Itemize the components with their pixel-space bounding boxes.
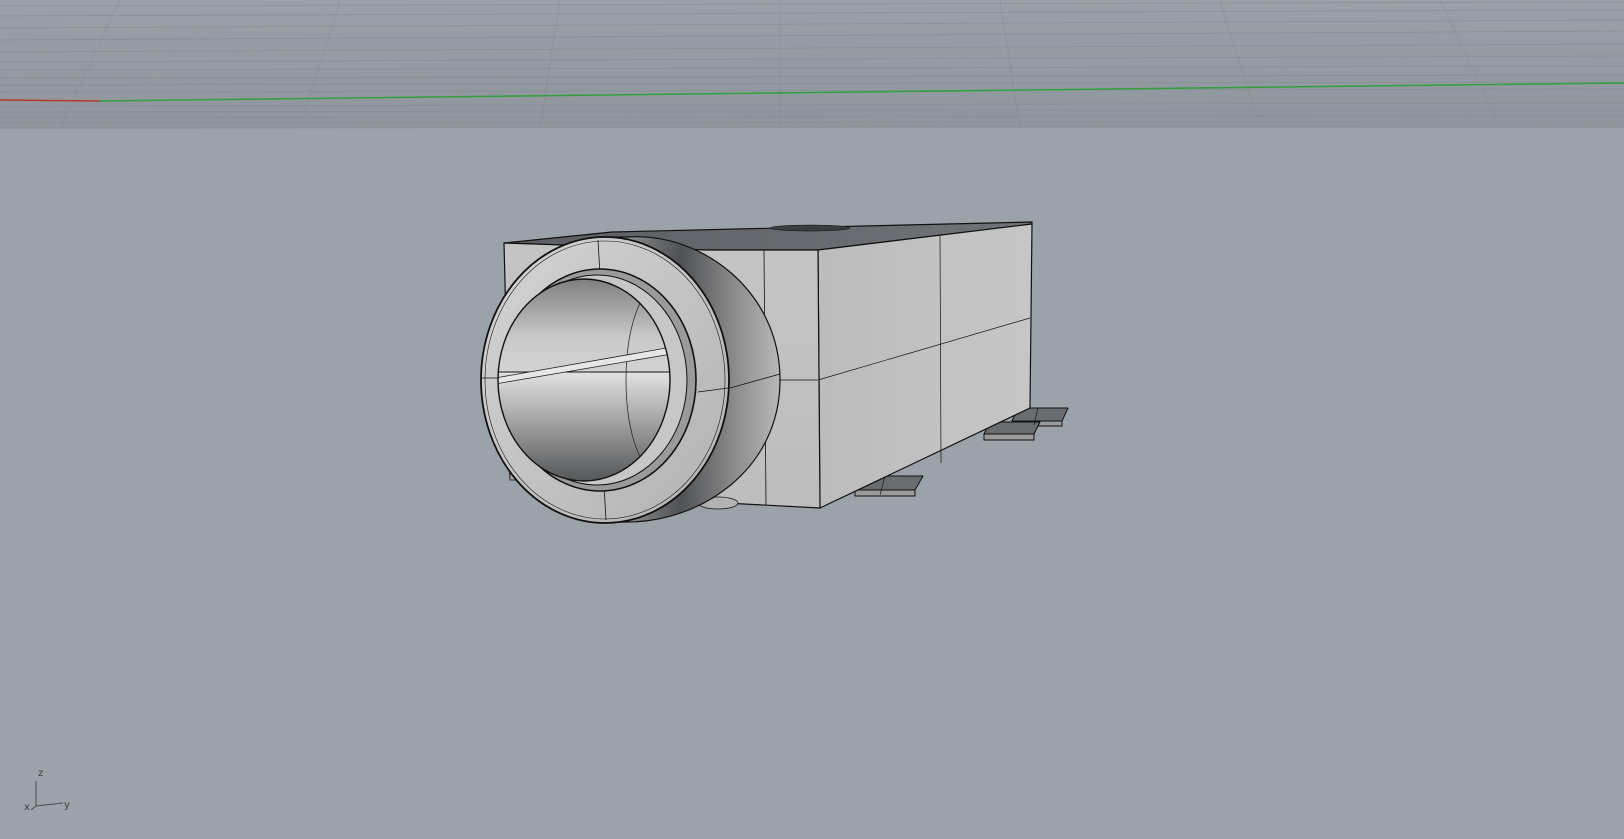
jack-connector-model[interactable] xyxy=(480,221,1069,524)
axis-widget: z y x xyxy=(24,768,70,813)
x-axis-line xyxy=(0,99,101,102)
axis-widget-x-label: x xyxy=(24,802,30,813)
axis-widget-z-label: z xyxy=(38,768,43,779)
viewport-scene[interactable]: z y x xyxy=(0,0,1624,839)
3d-viewport[interactable]: z y x xyxy=(0,0,1624,839)
axis-widget-y-label: y xyxy=(64,800,70,811)
housing-side-face[interactable] xyxy=(817,223,1033,509)
axis-widget-x-line xyxy=(30,805,37,811)
construction-grid xyxy=(0,0,1624,129)
axis-widget-y-line xyxy=(35,802,64,807)
